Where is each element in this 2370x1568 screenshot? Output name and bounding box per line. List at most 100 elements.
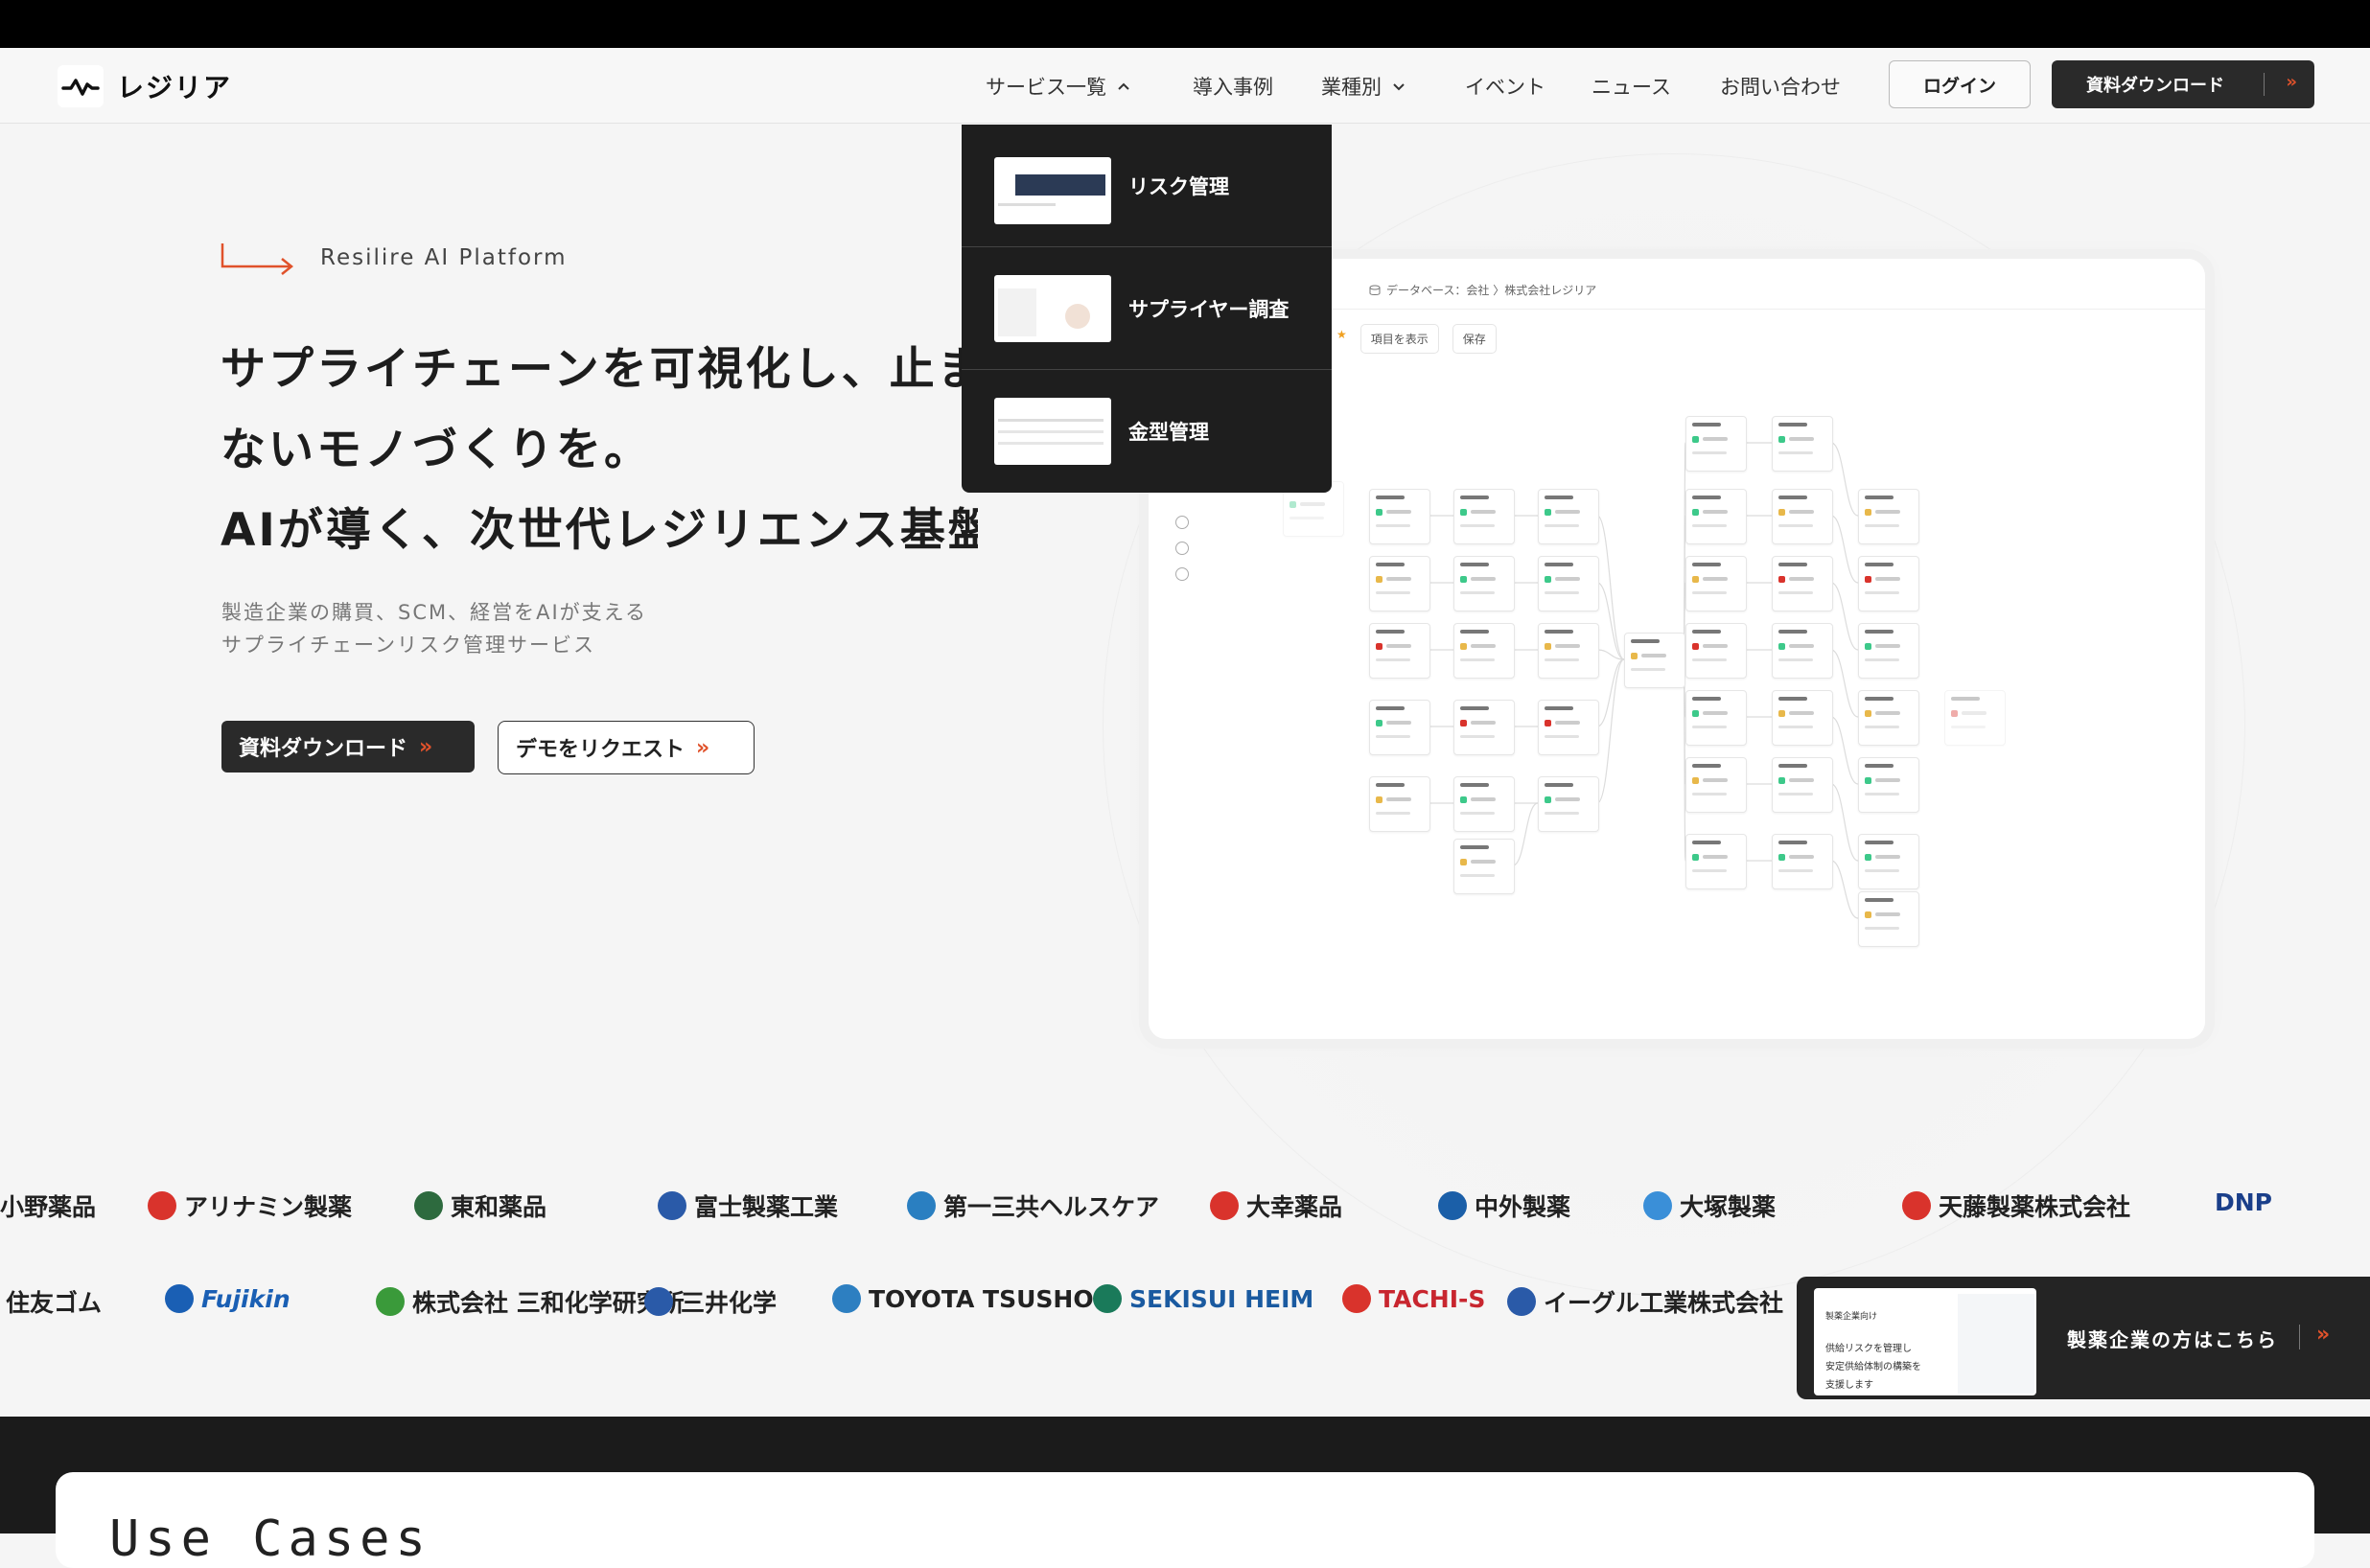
node-status-dot xyxy=(1631,653,1638,659)
customer-logo-name: 三井化学 xyxy=(681,1289,778,1317)
graph-node xyxy=(1685,416,1747,472)
node-status-dot xyxy=(1545,576,1551,583)
node-title-bar xyxy=(1460,783,1489,787)
header-download-button[interactable]: 資料ダウンロード » xyxy=(2052,60,2314,108)
customer-logos-row-1: 小野薬品 アリナミン製薬 東和薬品 富士製薬工業 第一三共ヘルスケア 大幸薬品 中外製薬 大塚… xyxy=(0,1177,2370,1234)
node-label-bar xyxy=(1555,577,1580,581)
logo-mark-icon xyxy=(414,1191,443,1220)
brand-name: レジリア xyxy=(117,72,233,104)
graph-node xyxy=(1858,489,1919,544)
node-label-bar xyxy=(1471,860,1496,864)
node-status-dot xyxy=(1778,854,1785,861)
graph-node xyxy=(1685,757,1747,813)
login-button[interactable]: ログイン xyxy=(1889,60,2031,108)
node-title-bar xyxy=(1692,563,1721,566)
menu-item-mold-management-label: 金型管理 xyxy=(1128,420,1209,444)
graph-node xyxy=(1772,556,1833,611)
graph-node xyxy=(1685,623,1747,679)
graph-node xyxy=(1685,489,1747,544)
node-detail-bar xyxy=(1692,869,1727,872)
customer-logo-name: 小野薬品 xyxy=(0,1193,97,1221)
customer-logo-name: 大塚製薬 xyxy=(1680,1193,1777,1221)
node-detail-bar xyxy=(1545,524,1579,527)
node-detail-bar xyxy=(1376,524,1410,527)
customer-logo: Fujikin xyxy=(165,1284,290,1313)
graph-edge xyxy=(1596,658,1625,804)
node-label-bar xyxy=(1703,711,1728,715)
login-label: ログイン xyxy=(1922,75,1996,97)
node-title-bar xyxy=(1865,898,1894,902)
hero-title-line2: ないモノづくりを。 xyxy=(221,424,652,476)
node-title-bar xyxy=(1951,697,1980,701)
hero-sub-line2: サプライチェーンリスク管理サービス xyxy=(221,634,595,657)
hero-title-line3: AIが導く、次世代レジリエンス基盤 xyxy=(221,504,978,557)
graph-edge xyxy=(1830,515,1859,584)
node-title-bar xyxy=(1778,563,1807,566)
node-title-bar xyxy=(1545,630,1573,634)
node-title-bar xyxy=(1460,706,1489,710)
menu-item-supplier-survey[interactable]: サプライヤー調査 xyxy=(962,247,1332,369)
nav-news[interactable]: ニュース xyxy=(1592,71,1671,102)
node-label-bar xyxy=(1703,778,1728,782)
graph-node xyxy=(1685,834,1747,889)
customer-logo-name: 大幸薬品 xyxy=(1246,1193,1343,1221)
node-detail-bar xyxy=(1692,591,1727,594)
logo-mark-icon xyxy=(658,1191,686,1220)
node-detail-bar xyxy=(1545,658,1579,661)
hero-kicker: Resilire AI Platform xyxy=(320,245,568,270)
node-status-dot xyxy=(1778,643,1785,650)
nav-industries[interactable]: 業種別 xyxy=(1321,71,1406,102)
hero-download-button[interactable]: 資料ダウンロード » xyxy=(221,721,475,772)
node-detail-bar xyxy=(1778,793,1813,796)
pharma-banner-thumbnail: 製薬企業向け 供給リスクを管理し 安定供給体制の構築を 支援します xyxy=(1814,1288,2036,1395)
node-title-bar xyxy=(1778,697,1807,701)
node-title-bar xyxy=(1376,783,1405,787)
node-title-bar xyxy=(1376,706,1405,710)
graph-node xyxy=(1772,834,1833,889)
node-status-dot xyxy=(1778,710,1785,717)
node-title-bar xyxy=(1865,630,1894,634)
node-detail-bar xyxy=(1778,726,1813,728)
node-status-dot xyxy=(1865,777,1871,784)
node-detail-bar xyxy=(1865,869,1899,872)
customer-logo: 天藤製薬株式会社 xyxy=(1902,1188,2130,1223)
node-status-dot xyxy=(1376,576,1382,583)
hero-demo-button[interactable]: デモをリクエスト » xyxy=(498,721,755,774)
hero-sub-line1: 製造企業の購買、SCM、経営をAIが支える xyxy=(221,601,648,624)
use-cases-card: Use Cases xyxy=(56,1472,2314,1568)
node-status-dot xyxy=(1778,576,1785,583)
customer-logo-name: 天藤製薬株式会社 xyxy=(1939,1193,2131,1221)
customer-logo-name: Fujikin xyxy=(201,1284,290,1313)
node-label-bar xyxy=(1875,912,1900,916)
graph-node xyxy=(1685,556,1747,611)
nav-cases[interactable]: 導入事例 xyxy=(1193,71,1273,102)
logo-mark-icon xyxy=(1507,1287,1536,1316)
customer-logo: TACHI-S xyxy=(1342,1284,1485,1313)
menu-item-mold-management[interactable]: 金型管理 xyxy=(962,370,1332,492)
graph-edge xyxy=(1830,716,1859,785)
nav-events[interactable]: イベント xyxy=(1465,71,1545,102)
menu-item-risk-management[interactable]: リスク管理 xyxy=(962,125,1332,246)
nav-news-label: ニュース xyxy=(1592,76,1671,99)
node-label-bar xyxy=(1875,577,1900,581)
customer-logo-name: 住友ゴム xyxy=(6,1289,103,1317)
node-detail-bar xyxy=(1778,591,1813,594)
customer-logo-name: イーグル工業株式会社 xyxy=(1544,1289,1784,1317)
supplier-survey-thumbnail xyxy=(994,275,1111,342)
graph-node xyxy=(1453,776,1515,832)
nav-industries-label: 業種別 xyxy=(1321,76,1382,99)
customer-logo-name: 中外製薬 xyxy=(1475,1193,1571,1221)
logo-mark-icon xyxy=(165,1284,194,1313)
nav-services[interactable]: サービス一覧 xyxy=(986,71,1131,102)
logo-mark-icon xyxy=(1093,1284,1122,1313)
node-label-bar xyxy=(1789,711,1814,715)
nav-contact-label: お問い合わせ xyxy=(1720,76,1841,99)
customer-logo: 富士製薬工業 xyxy=(658,1188,838,1223)
node-status-dot xyxy=(1376,720,1382,726)
brand-logo[interactable]: レジリア xyxy=(58,65,232,107)
nav-contact[interactable]: お問い合わせ xyxy=(1720,71,1841,102)
graph-node xyxy=(1858,623,1919,679)
node-title-bar xyxy=(1376,630,1405,634)
site-header: レジリア サービス一覧 導入事例 業種別 イベント ニュース お問い合わせ ログ… xyxy=(0,48,2370,124)
pharma-banner[interactable]: 製薬企業向け 供給リスクを管理し 安定供給体制の構築を 支援します 製薬企業の方… xyxy=(1797,1277,2370,1399)
